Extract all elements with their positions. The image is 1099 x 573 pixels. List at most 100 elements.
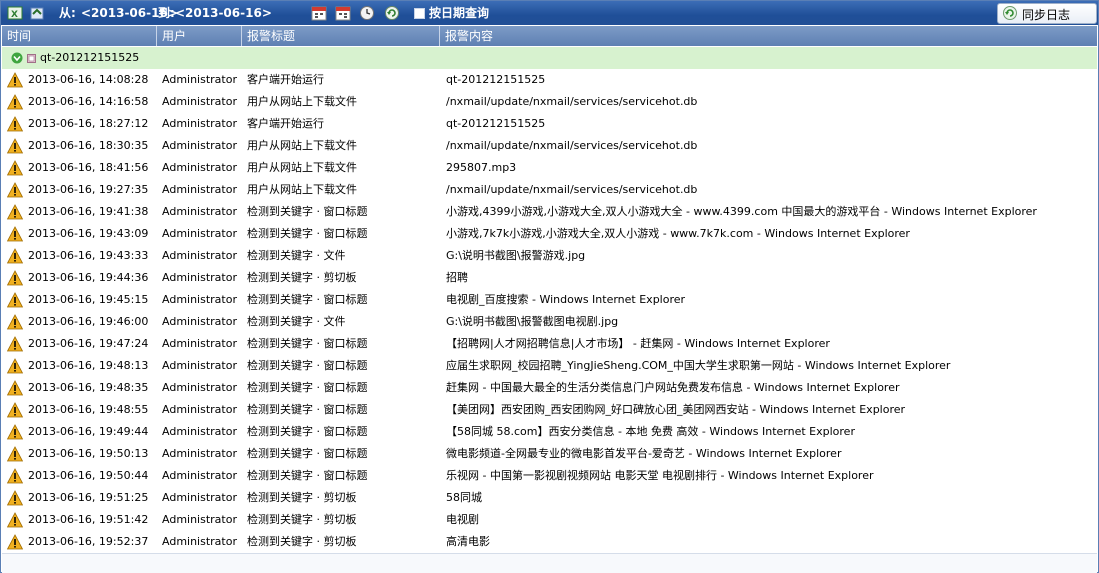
cell-title: 检测到关键字 · 窗口标题 <box>247 469 368 482</box>
cell-time: 2013-06-16, 18:41:56 <box>28 161 149 174</box>
query-by-date-checkbox[interactable] <box>414 8 425 19</box>
cell-user: Administrator <box>162 293 237 306</box>
table-row[interactable]: 2013-06-16, 19:41:38 Administrator 检测到关键… <box>2 201 1097 224</box>
from-label: 从: <box>59 6 76 20</box>
cell-user: Administrator <box>162 469 237 482</box>
cell-time: 2013-06-16, 19:52:37 <box>28 535 149 548</box>
cell-user: Administrator <box>162 95 237 108</box>
table-row[interactable]: 2013-06-16, 19:43:33 Administrator 检测到关键… <box>2 245 1097 268</box>
table-row[interactable]: 2013-06-16, 19:27:35 Administrator 用户从网站… <box>2 179 1097 202</box>
column-header-user[interactable]: 用户 <box>157 26 242 46</box>
table-row[interactable]: 2013-06-16, 14:08:28 Administrator 客户端开始… <box>2 69 1097 92</box>
cell-content: G:\说明书截图\报警游戏.jpg <box>446 249 586 262</box>
cell-user: Administrator <box>162 381 237 394</box>
export-excel-icon[interactable]: X <box>7 5 23 21</box>
warning-icon <box>6 534 24 550</box>
cell-title: 检测到关键字 · 剪切板 <box>247 491 357 504</box>
table-row[interactable]: 2013-06-16, 19:50:13 Administrator 检测到关键… <box>2 443 1097 466</box>
cell-content: /nxmail/update/nxmail/services/serviceho… <box>446 95 698 108</box>
column-header-content[interactable]: 报警内容 <box>440 26 1097 46</box>
expand-icon[interactable] <box>11 52 23 64</box>
cell-user: Administrator <box>162 183 237 196</box>
cell-user: Administrator <box>162 117 237 130</box>
cell-title: 用户从网站上下载文件 <box>247 183 357 196</box>
toolbar: X 从: <2013-06-16> 到: <2013-06-16> 按日期查询 … <box>1 1 1098 25</box>
cell-time: 2013-06-16, 19:50:44 <box>28 469 149 482</box>
cell-user: Administrator <box>162 227 237 240</box>
cell-title: 检测到关键字 · 剪切板 <box>247 535 357 548</box>
cell-title: 客户端开始运行 <box>247 117 324 130</box>
sync-log-label: 同步日志 <box>1022 8 1071 22</box>
warning-icon <box>6 314 24 330</box>
warning-icon <box>6 226 24 242</box>
table-row[interactable]: 2013-06-16, 19:45:15 Administrator 检测到关键… <box>2 289 1097 312</box>
cell-user: Administrator <box>162 73 237 86</box>
cell-content: /nxmail/update/nxmail/services/serviceho… <box>446 139 698 152</box>
warning-icon <box>6 182 24 198</box>
cell-title: 检测到关键字 · 文件 <box>247 249 346 262</box>
cell-content: 295807.mp3 <box>446 161 517 174</box>
cell-time: 2013-06-16, 19:49:44 <box>28 425 149 438</box>
cell-user: Administrator <box>162 315 237 328</box>
cell-content: qt-201212151525 <box>446 117 546 130</box>
table-row[interactable]: 2013-06-16, 18:41:56 Administrator 用户从网站… <box>2 157 1097 180</box>
cell-user: Administrator <box>162 403 237 416</box>
column-header-title[interactable]: 报警标题 <box>242 26 440 46</box>
warning-icon <box>6 94 24 110</box>
calendar-from-icon[interactable] <box>311 5 327 21</box>
table-row[interactable]: 2013-06-16, 19:51:42 Administrator 检测到关键… <box>2 509 1097 532</box>
table-row[interactable]: 2013-06-16, 19:44:36 Administrator 检测到关键… <box>2 267 1097 290</box>
warning-icon <box>6 248 24 264</box>
warning-icon <box>6 292 24 308</box>
cell-time: 2013-06-16, 19:48:13 <box>28 359 149 372</box>
cell-content: 应届生求职网_校园招聘_YingJieSheng.COM_中国大学生求职第一网站… <box>446 359 951 372</box>
warning-icon <box>6 270 24 286</box>
table-row[interactable]: 2013-06-16, 19:47:24 Administrator 检测到关键… <box>2 333 1097 356</box>
table-row[interactable]: 2013-06-16, 19:48:35 Administrator 检测到关键… <box>2 377 1097 400</box>
cell-time: 2013-06-16, 19:43:09 <box>28 227 149 240</box>
table-row[interactable]: 2013-06-16, 19:46:00 Administrator 检测到关键… <box>2 311 1097 334</box>
cell-user: Administrator <box>162 447 237 460</box>
import-icon[interactable] <box>29 5 45 21</box>
status-bar <box>2 553 1097 573</box>
cell-time: 2013-06-16, 19:43:33 <box>28 249 149 262</box>
table-row[interactable]: 2013-06-16, 14:16:58 Administrator 用户从网站… <box>2 91 1097 114</box>
table-row[interactable]: 2013-06-16, 19:52:37 Administrator 检测到关键… <box>2 531 1097 554</box>
refresh-icon[interactable] <box>384 5 400 21</box>
calendar-to-icon[interactable] <box>335 5 351 21</box>
cell-user: Administrator <box>162 491 237 504</box>
group-row[interactable]: qt-201212151525 <box>2 47 1097 70</box>
warning-icon <box>6 446 24 462</box>
table-header: 时间 用户 报警标题 报警内容 <box>2 26 1097 46</box>
table-row[interactable]: 2013-06-16, 19:43:09 Administrator 检测到关键… <box>2 223 1097 246</box>
table-row[interactable]: 2013-06-16, 19:51:25 Administrator 检测到关键… <box>2 487 1097 510</box>
cell-user: Administrator <box>162 535 237 548</box>
table-row[interactable]: 2013-06-16, 18:30:35 Administrator 用户从网站… <box>2 135 1097 158</box>
cell-time: 2013-06-16, 14:08:28 <box>28 73 149 86</box>
table-row[interactable]: 2013-06-16, 19:49:44 Administrator 检测到关键… <box>2 421 1097 444</box>
cell-time: 2013-06-16, 19:47:24 <box>28 337 149 350</box>
sync-log-button[interactable]: 同步日志 <box>997 3 1097 24</box>
cell-title: 检测到关键字 · 剪切板 <box>247 271 357 284</box>
warning-icon <box>6 72 24 88</box>
warning-icon <box>6 204 24 220</box>
cell-user: Administrator <box>162 513 237 526</box>
clock-icon[interactable] <box>359 5 375 21</box>
cell-title: 检测到关键字 · 窗口标题 <box>247 293 368 306</box>
cell-content: 电视剧_百度搜索 - Windows Internet Explorer <box>446 293 686 306</box>
warning-icon <box>6 402 24 418</box>
cell-content: 【招聘网|人才网招聘信息|人才市场】 - 赶集网 - Windows Inter… <box>446 337 830 350</box>
cell-user: Administrator <box>162 205 237 218</box>
column-header-time[interactable]: 时间 <box>2 26 157 46</box>
cell-time: 2013-06-16, 19:50:13 <box>28 447 149 460</box>
table-row[interactable]: 2013-06-16, 19:48:55 Administrator 检测到关键… <box>2 399 1097 422</box>
table-row[interactable]: 2013-06-16, 18:27:12 Administrator 客户端开始… <box>2 113 1097 136</box>
table-row[interactable]: 2013-06-16, 19:48:13 Administrator 检测到关键… <box>2 355 1097 378</box>
cell-content: 58同城 <box>446 491 482 504</box>
query-by-date-label[interactable]: 按日期查询 <box>429 5 489 21</box>
cell-content: 微电影频道-全网最专业的微电影首发平台-爱奇艺 - Windows Intern… <box>446 447 842 460</box>
table-row[interactable]: 2013-06-16, 19:50:44 Administrator 检测到关键… <box>2 465 1097 488</box>
cell-title: 检测到关键字 · 窗口标题 <box>247 403 368 416</box>
cell-time: 2013-06-16, 19:51:25 <box>28 491 149 504</box>
to-date[interactable]: <2013-06-16> <box>175 5 272 21</box>
